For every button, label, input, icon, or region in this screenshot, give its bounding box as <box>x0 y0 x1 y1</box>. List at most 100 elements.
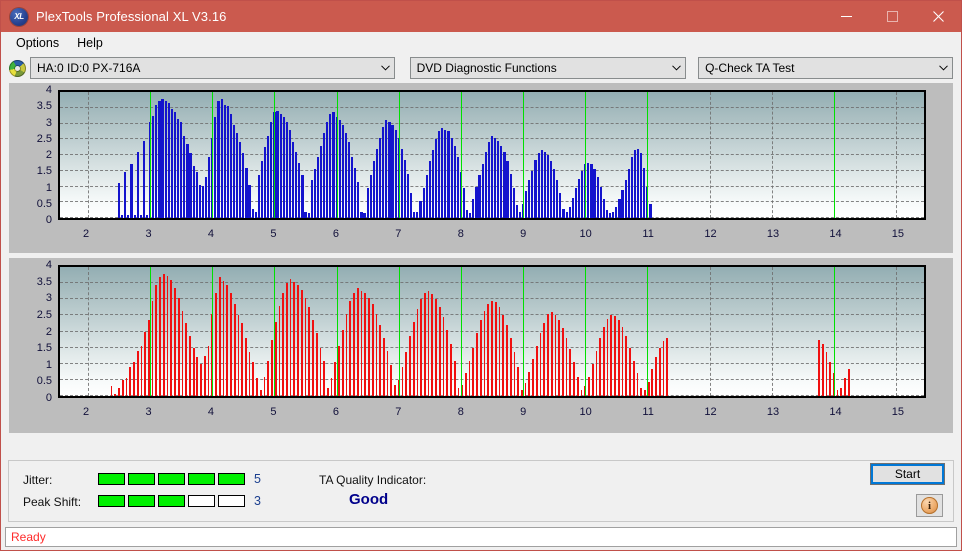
chart-bar <box>259 389 262 396</box>
chart-bar <box>590 164 593 218</box>
chart-bar <box>498 307 501 396</box>
chart-bar <box>456 156 459 218</box>
chart-bar <box>478 175 481 218</box>
chart-bar <box>133 215 136 218</box>
menu-item-options[interactable]: Options <box>7 34 68 52</box>
chart-bar <box>844 378 846 396</box>
chart-bar <box>166 276 169 396</box>
chart-bar <box>347 142 351 218</box>
chart-bar <box>248 184 251 218</box>
drive-select[interactable]: HA:0 ID:0 PX-716A <box>30 57 395 79</box>
test-select[interactable]: Q-Check TA Test <box>698 57 953 79</box>
chart-bar <box>226 106 229 218</box>
y-axis-tick-label: 0 <box>45 392 52 404</box>
chart-bar <box>419 200 422 218</box>
jitter-value: 5 <box>254 472 261 486</box>
function-select[interactable]: DVD Diagnostic Functions <box>409 57 687 79</box>
chart-bar <box>581 170 584 218</box>
marker-line <box>460 92 462 218</box>
chart-bar <box>818 339 820 396</box>
chart-bar <box>139 214 142 218</box>
chart-bar <box>434 139 438 218</box>
chart-bar <box>497 140 500 218</box>
chart-bar <box>561 328 564 396</box>
jitter-chart-x-axis: 2 3 4 5 6 7 8 9 10 11 12 13 14 15 <box>58 228 926 244</box>
chart-bar <box>627 169 630 218</box>
chart-bar <box>140 346 143 396</box>
chart-bar <box>186 143 189 218</box>
chart-bar <box>204 177 208 218</box>
y-axis-tick-label: 3 <box>45 292 52 305</box>
chart-bar <box>423 292 426 396</box>
jitter-chart-y-axis: 0 0.5 1 1.5 2 2.5 3 3.5 4 <box>10 84 56 226</box>
chart-bar <box>450 344 452 396</box>
jitter-label: Jitter: <box>23 473 53 487</box>
app-xl-icon: XL <box>10 7 28 26</box>
chart-bar <box>528 371 531 396</box>
menu-item-help[interactable]: Help <box>68 34 112 52</box>
chart-bar <box>491 300 493 396</box>
menu-bar: Options Help <box>1 32 961 53</box>
start-button[interactable]: Start <box>870 463 945 485</box>
meter-segment <box>128 495 155 507</box>
chart-bar <box>192 347 195 396</box>
chart-bar <box>330 378 333 396</box>
chart-bar <box>200 363 202 396</box>
chart-bar <box>666 337 669 396</box>
chart-bar <box>610 315 613 396</box>
chart-bar <box>382 126 385 218</box>
chart-bar <box>596 177 599 218</box>
chart-bar <box>658 347 661 396</box>
peak-shift-chart-bars <box>60 267 924 396</box>
chart-bar <box>155 284 158 396</box>
chevron-down-icon <box>377 65 394 71</box>
chart-bar <box>307 213 310 218</box>
y-axis-tick-label: 4 <box>45 84 52 96</box>
chart-bar <box>223 104 226 218</box>
chart-bar <box>574 188 577 218</box>
chart-bar <box>401 366 404 396</box>
chart-bar <box>469 213 472 218</box>
chart-bar <box>357 181 360 218</box>
marker-line <box>150 92 152 218</box>
chart-bar <box>487 304 490 396</box>
minimize-icon[interactable] <box>823 1 869 32</box>
y-axis-tick-label: 1 <box>45 181 52 194</box>
chart-bar <box>151 300 154 396</box>
chart-bar <box>468 360 471 396</box>
chart-bar <box>236 132 239 218</box>
chart-bar <box>612 211 615 218</box>
app-window: XL PlexTools Professional XL V3.16 Optio… <box>0 0 962 551</box>
x-axis-tick-label: 13 <box>766 228 780 240</box>
chart-bar <box>535 346 538 396</box>
x-axis-tick-label: 8 <box>457 406 464 418</box>
chart-bar <box>453 145 456 218</box>
meter-segment <box>98 473 125 485</box>
chart-bar <box>127 215 130 218</box>
chart-bar <box>442 317 445 396</box>
chart-bar <box>412 321 415 396</box>
chart-bar <box>319 347 322 396</box>
chart-bar <box>640 153 643 218</box>
chart-bar <box>214 117 217 218</box>
chart-bar <box>349 300 352 396</box>
meter-segment <box>218 473 245 485</box>
info-button[interactable]: i <box>916 494 943 517</box>
chart-bar <box>220 98 223 218</box>
jitter-chart: 0 0.5 1 1.5 2 2.5 3 3.5 4 2 3 4 5 6 7 8 9 10 11 12 13 14 15 <box>9 83 953 253</box>
maximize-icon[interactable] <box>869 1 915 32</box>
chart-bar <box>483 310 486 396</box>
chart-bar <box>615 206 618 218</box>
chart-bar <box>524 383 527 396</box>
x-axis-tick-label: 10 <box>579 406 592 418</box>
function-select-value: DVD Diagnostic Functions <box>416 61 557 75</box>
chart-bar <box>208 156 211 218</box>
chart-bar <box>556 180 559 218</box>
chart-bar <box>413 211 416 218</box>
chart-bar <box>617 320 620 396</box>
close-icon[interactable] <box>915 1 961 32</box>
chart-bar <box>422 188 425 218</box>
chart-bar <box>655 357 657 396</box>
chart-bar <box>142 140 145 218</box>
chart-bar <box>543 323 546 396</box>
